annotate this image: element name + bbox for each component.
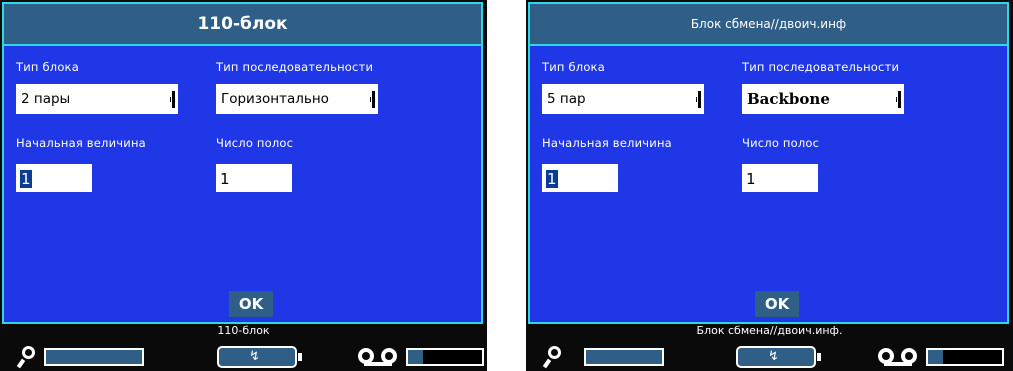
field-count-input[interactable]: 1	[742, 164, 818, 192]
block-type-label: Тип блока	[16, 60, 79, 74]
status-bar: ↯	[526, 338, 1013, 371]
dropdown-arrow-icon	[696, 91, 701, 108]
tape-level-bar	[926, 348, 1004, 366]
start-value-text: 1	[546, 170, 558, 188]
field-count-text: 1	[220, 170, 230, 188]
start-value-label: Начальная величина	[16, 136, 146, 150]
tape-level-fill	[928, 350, 943, 364]
zoom-bar	[44, 348, 144, 366]
ok-button[interactable]: OK	[755, 291, 799, 317]
screen-title: 110-блок	[2, 2, 483, 46]
tape-level-bar	[406, 348, 484, 366]
block-type-select[interactable]: 2 пары	[16, 84, 178, 114]
start-value-input[interactable]: 1	[16, 164, 92, 192]
zoom-bar	[584, 348, 664, 366]
battery-icon: ↯	[217, 346, 302, 368]
tape-level-fill	[408, 350, 423, 364]
settings-panel: Тип блока Тип последовательности 5 пар B…	[528, 46, 1009, 324]
bolt-icon: ↯	[768, 349, 779, 364]
sequence-type-value: Горизонтально	[221, 91, 329, 107]
block-type-value: 2 пары	[21, 91, 71, 107]
status-text: Блок сбмена//двоич.инф.	[696, 324, 843, 337]
bolt-icon: ↯	[249, 349, 260, 364]
screen-110-block: 110-блок Тип блока Тип последовательност…	[0, 0, 487, 371]
screen-title: Блок сбмена//двоич.инф	[528, 2, 1009, 46]
start-value-input[interactable]: 1	[542, 164, 618, 192]
settings-panel: Тип блока Тип последовательности 2 пары …	[2, 46, 483, 324]
sequence-type-select[interactable]: Горизонтально	[216, 84, 378, 114]
dropdown-arrow-icon	[170, 91, 175, 108]
sequence-type-value: Backbone	[747, 90, 830, 108]
tape-icon	[358, 348, 402, 366]
dropdown-arrow-icon	[896, 91, 901, 108]
field-count-label: Число полос	[742, 136, 820, 150]
sequence-type-label: Тип последовательности	[216, 60, 374, 74]
status-bar: ↯	[0, 338, 487, 371]
field-count-text: 1	[746, 170, 756, 188]
search-icon	[16, 346, 38, 369]
sequence-type-label: Тип последовательности	[742, 60, 900, 74]
dropdown-arrow-icon	[370, 91, 375, 108]
battery-icon: ↯	[736, 346, 821, 368]
start-value-label: Начальная величина	[542, 136, 672, 150]
block-type-label: Тип блока	[542, 60, 605, 74]
screen-backbone-block: Блок сбмена//двоич.инф Тип блока Тип пос…	[526, 0, 1013, 371]
status-text: 110-блок	[217, 324, 270, 337]
block-type-value: 5 пар	[547, 91, 586, 107]
search-icon	[542, 346, 564, 369]
sequence-type-select[interactable]: Backbone	[742, 84, 904, 114]
tape-icon	[878, 348, 922, 366]
field-count-input[interactable]: 1	[216, 164, 292, 192]
ok-button[interactable]: OK	[229, 291, 273, 317]
block-type-select[interactable]: 5 пар	[542, 84, 704, 114]
field-count-label: Число полос	[216, 136, 294, 150]
start-value-text: 1	[20, 170, 32, 188]
